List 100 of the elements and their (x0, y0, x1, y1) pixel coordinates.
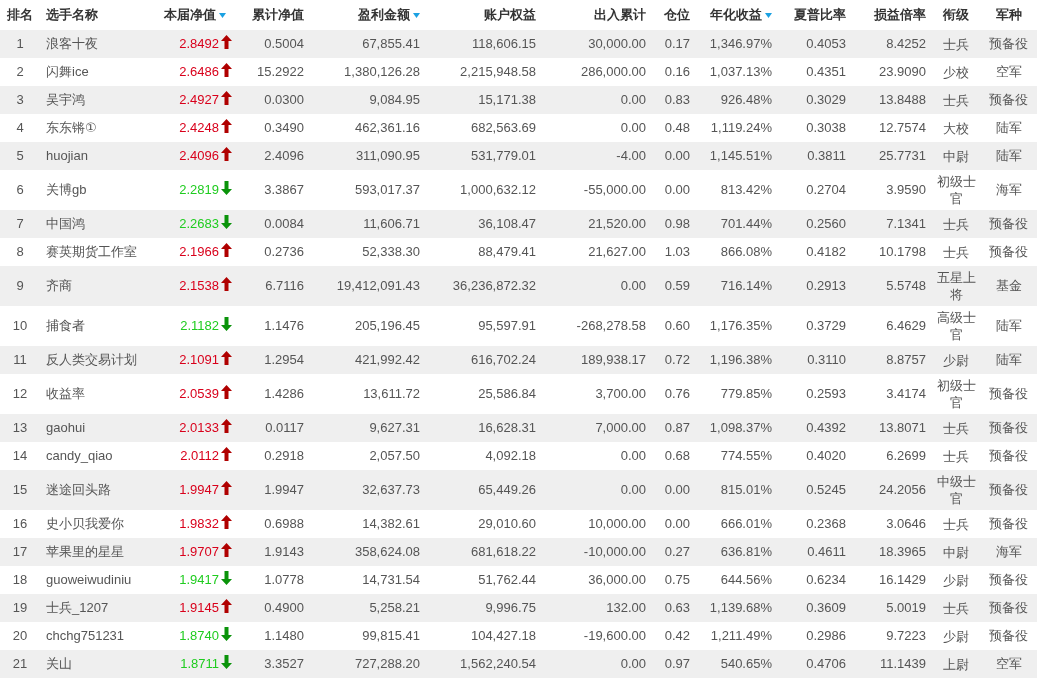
table-cell: 苹果里的星星 (40, 538, 154, 566)
table-cell: 681,618.22 (426, 538, 542, 566)
table-cell: 0.2913 (778, 266, 852, 306)
column-header[interactable]: 军种 (995, 7, 1022, 22)
table-cell: 51,762.44 (426, 566, 542, 594)
table-cell: 浪客十夜 (40, 30, 154, 58)
table-cell: 0.16 (652, 58, 696, 86)
table-cell: 8 (0, 238, 40, 266)
net-value: 1.9145 (179, 600, 219, 615)
table-cell: 空军 (980, 650, 1037, 678)
table-cell: 反人类交易计划 (40, 346, 154, 374)
sort-triangle-icon[interactable] (219, 13, 226, 19)
column-header[interactable]: 累计净值 (252, 7, 304, 22)
table-cell: 预备役 (980, 30, 1037, 58)
table-cell: 36,236,872.32 (426, 266, 542, 306)
table-cell: 0.2368 (778, 510, 852, 538)
table-cell: -4.00 (542, 142, 652, 170)
table-cell: 3.9590 (852, 170, 932, 210)
table-cell: 中国鸿 (40, 210, 154, 238)
table-cell: 10 (0, 306, 40, 346)
table-cell: 初级士官 (932, 374, 980, 414)
table-cell: 士兵 (932, 594, 980, 622)
table-cell: 迷途回头路 (40, 470, 154, 510)
table-cell: 9,996.75 (426, 594, 542, 622)
table-cell: 1,098.37% (696, 414, 778, 442)
net-value: 2.4096 (179, 148, 219, 163)
table-cell: 16,628.31 (426, 414, 542, 442)
table-cell: 0.4351 (778, 58, 852, 86)
table-cell: 15,171.38 (426, 86, 542, 114)
column-header[interactable]: 选手名称 (46, 7, 98, 22)
column-header[interactable]: 夏普比率 (794, 7, 846, 22)
net-value: 2.1538 (179, 278, 219, 293)
table-cell: 0.3029 (778, 86, 852, 114)
table-cell: 0.76 (652, 374, 696, 414)
table-cell: 32,637.73 (310, 470, 426, 510)
column-header[interactable]: 盈利金额 (358, 7, 410, 22)
table-cell: 1,562,240.54 (426, 650, 542, 678)
table-cell: 531,779.01 (426, 142, 542, 170)
table-cell: 中尉 (932, 142, 980, 170)
table-cell: 1.0778 (236, 566, 310, 594)
column-header[interactable]: 排名 (7, 7, 33, 22)
table-cell: 闪舞ice (40, 58, 154, 86)
table-cell: 774.55% (696, 442, 778, 470)
table-cell: 8.8757 (852, 346, 932, 374)
column-header[interactable]: 出入累计 (594, 7, 646, 22)
table-cell: 11,606.71 (310, 210, 426, 238)
table-cell: 104,427.18 (426, 622, 542, 650)
sort-triangle-icon[interactable] (765, 13, 772, 19)
table-cell: 海军 (980, 170, 1037, 210)
table-cell: 少尉 (932, 346, 980, 374)
table-cell: 9.7223 (852, 622, 932, 650)
table-cell: 士兵 (932, 30, 980, 58)
table-cell: 3.4174 (852, 374, 932, 414)
column-header[interactable]: 仓位 (664, 7, 690, 22)
table-cell: 6 (0, 170, 40, 210)
table-cell: 0.3038 (778, 114, 852, 142)
table-cell: 13.8071 (852, 414, 932, 442)
table-cell: 士兵 (932, 238, 980, 266)
table-cell: 286,000.00 (542, 58, 652, 86)
net-value: 1.9707 (179, 544, 219, 559)
table-cell: 1,000,632.12 (426, 170, 542, 210)
table-cell: 5.5748 (852, 266, 932, 306)
table-cell: 中级士官 (932, 470, 980, 510)
table-cell: 0.4900 (236, 594, 310, 622)
table-cell: 1,346.97% (696, 30, 778, 58)
column-header[interactable]: 账户权益 (484, 7, 536, 22)
table-cell: 9,084.95 (310, 86, 426, 114)
table-cell: 1.1480 (236, 622, 310, 650)
column-header[interactable]: 年化收益 (710, 7, 762, 22)
table-cell: 1.4286 (236, 374, 310, 414)
table-cell: 21,520.00 (542, 210, 652, 238)
table-cell: 88,479.41 (426, 238, 542, 266)
column-header[interactable]: 衔级 (943, 7, 969, 22)
column-header[interactable]: 本届净值 (164, 7, 216, 22)
table-cell: 6.2699 (852, 442, 932, 470)
table-cell: 189,938.17 (542, 346, 652, 374)
table-cell: 205,196.45 (310, 306, 426, 346)
table-cell: 30,000.00 (542, 30, 652, 58)
table-cell: 16 (0, 510, 40, 538)
table-cell: 3.3867 (236, 170, 310, 210)
table-cell: 1.1476 (236, 306, 310, 346)
table-cell: 15 (0, 470, 40, 510)
table-cell: 0.68 (652, 442, 696, 470)
table-cell: 12 (0, 374, 40, 414)
table-cell: 99,815.41 (310, 622, 426, 650)
table-cell: 6.4629 (852, 306, 932, 346)
table-cell: 1.03 (652, 238, 696, 266)
column-header[interactable]: 损益倍率 (874, 7, 926, 22)
table-cell: 士兵_1207 (40, 594, 154, 622)
table-cell: 11 (0, 346, 40, 374)
table-cell: 0.48 (652, 114, 696, 142)
table-cell: 132.00 (542, 594, 652, 622)
sort-triangle-icon[interactable] (413, 13, 420, 19)
table-cell: 0.17 (652, 30, 696, 58)
net-value: 2.1091 (179, 352, 219, 367)
net-value: 2.1966 (179, 244, 219, 259)
table-cell: 关山 (40, 650, 154, 678)
table-cell: 0.0300 (236, 86, 310, 114)
table-cell: 0.4611 (778, 538, 852, 566)
table-cell: 5 (0, 142, 40, 170)
